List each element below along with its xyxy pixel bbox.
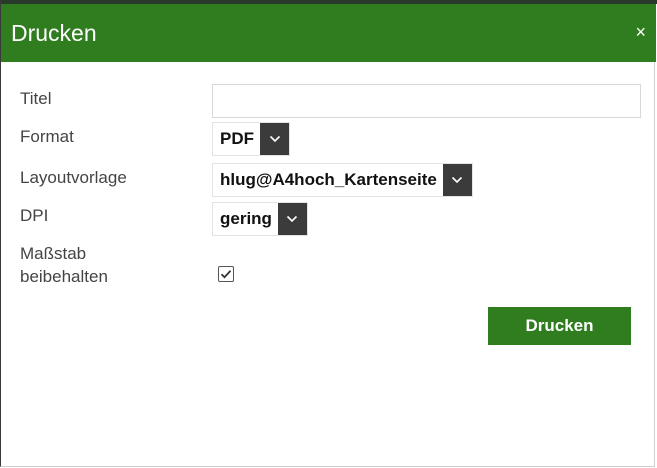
title-label: Titel	[20, 89, 52, 108]
dialog-titlebar: Drucken ×	[1, 4, 656, 62]
checkmark-icon	[220, 270, 232, 279]
keep-scale-checkbox[interactable]	[218, 266, 234, 282]
dpi-select[interactable]: gering	[212, 202, 308, 236]
layout-label: Layoutvorlage	[20, 168, 127, 187]
chevron-down-icon[interactable]	[442, 164, 472, 196]
chevron-down-icon[interactable]	[260, 123, 289, 155]
chevron-down-icon[interactable]	[277, 203, 307, 235]
dpi-label: DPI	[20, 206, 49, 225]
format-select-value: PDF	[220, 129, 254, 148]
dialog-title: Drucken	[11, 20, 97, 46]
dpi-select-value: gering	[220, 209, 272, 228]
print-button[interactable]: Drucken	[488, 307, 631, 345]
format-select[interactable]: PDF	[212, 122, 290, 156]
format-label: Format	[20, 127, 74, 146]
print-dialog: Drucken × Titel Format PDF Layoutvorlage…	[0, 0, 657, 467]
title-input[interactable]	[212, 84, 641, 118]
layout-select[interactable]: hlug@A4hoch_Kartenseite	[212, 163, 473, 197]
scale-label-line1: Maßstab	[20, 244, 87, 263]
layout-select-value: hlug@A4hoch_Kartenseite	[220, 170, 437, 189]
scale-label-line2: beibehalten	[20, 267, 108, 286]
close-icon[interactable]: ×	[635, 22, 646, 42]
